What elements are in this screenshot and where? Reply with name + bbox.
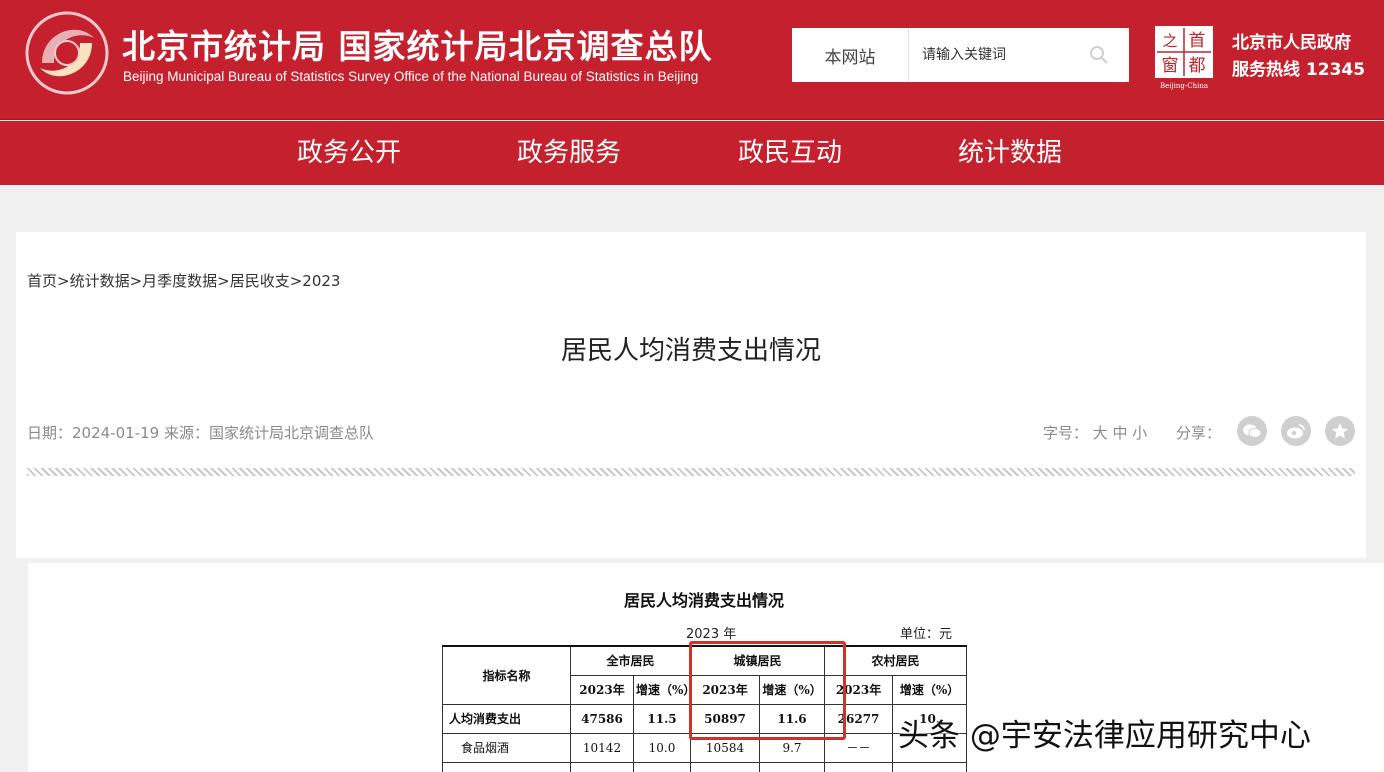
- share-favorite-button[interactable]: [1325, 416, 1355, 446]
- nav-item-interaction[interactable]: 政民互动: [738, 121, 842, 185]
- nav-item-government-affairs[interactable]: 政务公开: [297, 121, 401, 185]
- article-title: 居民人均消费支出情况: [560, 336, 821, 366]
- capital-logo-char: 首: [1189, 31, 1206, 51]
- document-title: 居民人均消费支出情况: [623, 591, 784, 610]
- consumption-table: 指标名称 全市居民 城镇居民 农村居民 2023年 增速（%） 2023年 增速…: [442, 645, 968, 772]
- font-size-selector[interactable]: 字号： 大 中 小: [1043, 422, 1147, 443]
- table-subheader: 2023年: [570, 674, 634, 705]
- table-subheader: 增速（%）: [632, 674, 692, 705]
- main-nav: 政务公开 政务服务 政民互动 统计数据: [0, 121, 1384, 185]
- watermark-text: 头条 @宇安法律应用研究中心: [898, 718, 1311, 754]
- wechat-icon: [1243, 424, 1262, 438]
- table-cell: 9.7: [759, 732, 826, 763]
- table-subheader: 增速（%）: [892, 674, 968, 705]
- nav-item-government-services[interactable]: 政务服务: [517, 121, 621, 185]
- share-wechat-button[interactable]: [1237, 416, 1267, 446]
- capital-logo-char: 窗: [1162, 56, 1179, 76]
- table-cell: 10.0: [632, 732, 692, 763]
- search-scope-select[interactable]: 本网站: [792, 28, 909, 82]
- table-cell: 50897: [690, 703, 761, 734]
- table-group-header: 农村居民: [824, 645, 968, 676]
- table-subheader: 2023年: [690, 674, 761, 705]
- article-panel: 首页>统计数据>月季度数据>居民收支>2023 居民人均消费支出情况 日期：20…: [16, 232, 1366, 558]
- bureau-logo-icon[interactable]: [22, 8, 112, 98]
- table-header-name: 指标名称: [442, 645, 571, 705]
- table-subheader: 增速（%）: [759, 674, 826, 705]
- table-cell: 47586: [570, 703, 634, 734]
- star-icon: [1332, 423, 1348, 439]
- breadcrumb[interactable]: 首页>统计数据>月季度数据>居民收支>2023: [27, 270, 340, 291]
- article-meta: 日期：2024-01-19 来源：国家统计局北京调查总队: [27, 424, 374, 442]
- site-header: 北京市统计局 国家统计局北京调查总队 Beijing Municipal Bur…: [0, 0, 1384, 120]
- gov-name-link[interactable]: 北京市人民政府: [1232, 28, 1351, 53]
- table-cell: 11.5: [632, 703, 692, 734]
- table-row: [442, 761, 968, 772]
- table-row: 食品烟酒 10142 10.0 10584 9.7 －－: [442, 732, 968, 763]
- table-cell: －－: [824, 732, 894, 763]
- site-title-english: Beijing Municipal Bureau of Statistics S…: [123, 69, 699, 84]
- service-hotline: 服务热线 12345: [1232, 60, 1366, 80]
- divider: [27, 468, 1355, 476]
- search-icon: [1090, 46, 1108, 64]
- table-cell: 10584: [690, 732, 761, 763]
- search-button[interactable]: [1082, 38, 1116, 72]
- nav-item-statistics[interactable]: 统计数据: [958, 121, 1062, 185]
- table-cell: 26277: [824, 703, 894, 734]
- table-group-header: 城镇居民: [690, 645, 826, 676]
- capital-logo-char: 之: [1162, 32, 1177, 50]
- table-cell: 11.6: [759, 703, 826, 734]
- table-row: 人均消费支出 47586 11.5 50897 11.6 26277 10.: [442, 703, 968, 734]
- table-group-header: 全市居民: [569, 645, 692, 676]
- document-year: 2023 年: [686, 627, 737, 642]
- table-cell: 10142: [570, 732, 634, 763]
- capital-logo-caption: Beijing-China: [1160, 82, 1208, 90]
- weibo-icon: [1287, 424, 1305, 439]
- table-row-label: 人均消费支出: [442, 703, 571, 734]
- search-box: 本网站: [792, 28, 1129, 82]
- share-weibo-button[interactable]: [1281, 416, 1311, 446]
- share-label: 分享：: [1176, 424, 1222, 442]
- table-subheader: 2023年: [824, 674, 894, 705]
- table-row-label: 食品烟酒: [442, 732, 571, 763]
- search-input[interactable]: [922, 43, 1082, 67]
- capital-window-logo-icon[interactable]: 首 之 都 窗 Beijing-China: [1153, 24, 1215, 90]
- capital-logo-char: 都: [1189, 56, 1206, 76]
- document-unit: 单位：元: [900, 627, 953, 642]
- site-title: 北京市统计局 国家统计局北京调查总队: [122, 27, 713, 66]
